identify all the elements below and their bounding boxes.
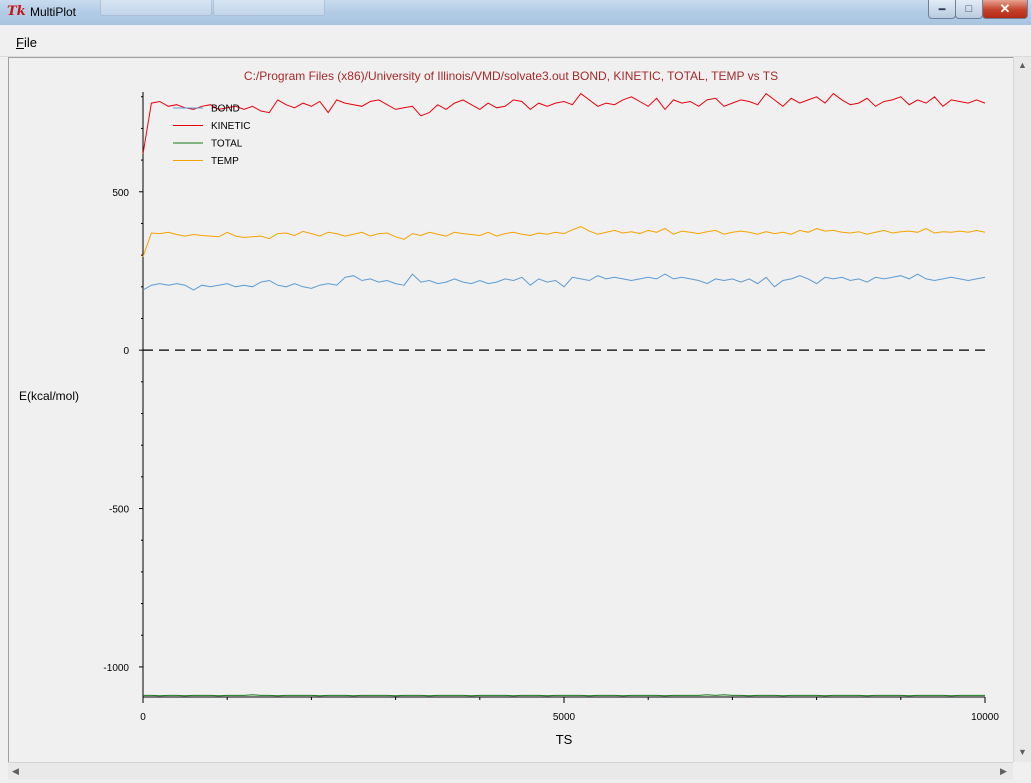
window-titlebar[interactable]: Tk MultiPlot ━ □ ✕ (0, 0, 1031, 26)
x-tick-label: 5000 (553, 712, 576, 723)
scroll-up-icon[interactable]: ▲ (1018, 60, 1027, 70)
legend-label-bond: BOND (211, 104, 240, 115)
window-title: MultiPlot (30, 5, 77, 19)
y-tick-label: -1000 (103, 663, 129, 674)
vertical-scrollbar[interactable]: ▲ ▼ (1013, 57, 1031, 762)
axes-group: -1000-50005000 5000 10000 (103, 92, 999, 723)
series-line-bond (142, 273, 986, 291)
background-tab-ghost (100, 0, 212, 16)
y-tick-label: -500 (109, 505, 129, 516)
y-tick-label: 0 (123, 346, 129, 357)
scroll-left-icon[interactable]: ◀ (12, 766, 19, 777)
scroll-right-icon[interactable]: ▶ (1000, 766, 1007, 777)
chart-svg: C:/Program Files (x86)/University of Ill… (19, 69, 999, 747)
tk-feather-icon: Tk (7, 4, 26, 19)
x-axis-label: TS (556, 732, 573, 747)
y-axis-label: E(kcal/mol) (19, 389, 79, 403)
x-tick-label: 0 (140, 712, 146, 723)
legend-label-temp: TEMP (211, 156, 239, 167)
menu-bar: File (0, 25, 1031, 57)
menu-file[interactable]: File (16, 35, 37, 50)
background-tab-ghost (213, 0, 325, 16)
chart-title: C:/Program Files (x86)/University of Ill… (244, 69, 778, 83)
minimize-button[interactable]: ━ (928, 0, 956, 19)
legend-label-kinetic: KINETIC (211, 121, 250, 132)
close-icon: ✕ (999, 1, 1011, 16)
horizontal-scrollbar[interactable]: ◀ ▶ (8, 762, 1013, 780)
legend-label-total: TOTAL (211, 139, 243, 150)
x-tick-label: 10000 (971, 712, 999, 723)
legend: BOND KINETIC TOTAL TEMP (173, 104, 250, 167)
close-button[interactable]: ✕ (982, 0, 1028, 19)
series-line-temp (142, 226, 986, 257)
plot-canvas: C:/Program Files (x86)/University of Ill… (8, 57, 1014, 763)
scroll-down-icon[interactable]: ▼ (1018, 747, 1027, 757)
minimize-icon: ━ (938, 3, 946, 16)
series-group (142, 92, 986, 697)
y-tick-label: 500 (112, 188, 129, 199)
maximize-button[interactable]: □ (955, 0, 983, 19)
series-line-kinetic (142, 92, 986, 154)
scrollbar-corner (1013, 762, 1030, 779)
maximize-icon: □ (965, 3, 973, 15)
series-line-total (143, 694, 985, 697)
